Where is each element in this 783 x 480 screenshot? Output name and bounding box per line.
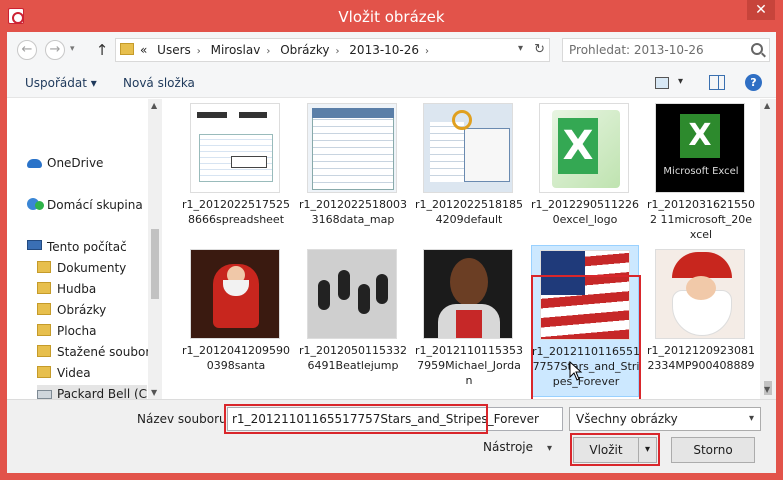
breadcrumb-overflow[interactable]: «	[140, 43, 147, 57]
nav-item-drive-c[interactable]: Packard Bell (C:)	[37, 385, 156, 399]
chevron-right-icon[interactable]: ›	[266, 46, 270, 57]
up-button[interactable]: ↑	[93, 40, 111, 60]
scroll-up-icon[interactable]: ▲	[151, 101, 157, 110]
bottom-panel: Název souboru: r1_20121101165517757Stars…	[7, 399, 776, 473]
search-icon[interactable]	[751, 43, 763, 55]
tools-button[interactable]: Nástroje ▾	[483, 440, 552, 454]
breadcrumb[interactable]: « Users › Miroslav › Obrázky › 2013-10-26 › …	[115, 38, 550, 62]
cloud-icon	[27, 159, 42, 168]
back-button[interactable]: ←	[17, 40, 37, 60]
scroll-thumb[interactable]	[151, 229, 159, 299]
help-icon[interactable]: ?	[745, 74, 762, 91]
file-item[interactable]: r1_20121209230812334MP900408889	[647, 245, 755, 397]
scroll-down-icon[interactable]: ▼	[151, 388, 157, 397]
file-item[interactable]: X Microsoft Excel r1_20120316215502 11mic…	[647, 99, 755, 251]
homegroup-icon	[27, 198, 44, 210]
folder-icon	[37, 366, 51, 378]
chevron-right-icon[interactable]: ›	[197, 46, 201, 57]
file-item[interactable]: r1_20121101153537959Michael_Jordan	[415, 245, 523, 397]
recent-dropdown-icon[interactable]: ▾	[70, 44, 75, 54]
file-item[interactable]: r1_20120412095900398santa	[182, 245, 290, 397]
mouse-cursor-icon	[569, 361, 583, 381]
filename-label: Název souboru:	[137, 412, 231, 426]
window-title: Vložit obrázek	[338, 8, 445, 26]
drive-icon	[37, 390, 52, 399]
breadcrumb-miroslav[interactable]: Miroslav	[211, 43, 261, 57]
content-scrollbar[interactable]: ▲ ▼	[760, 99, 776, 399]
computer-icon	[27, 240, 42, 250]
command-bar: Uspořádat ▾ Nová složka ▾ ?	[7, 68, 776, 98]
cancel-button[interactable]: Storno	[671, 437, 755, 463]
folder-icon	[37, 282, 51, 294]
file-item[interactable]: X r1_20122905112260excel_logo	[531, 99, 639, 251]
file-grid: r1_20120225175258666spreadsheet r1_20120…	[162, 99, 760, 399]
new-folder-button[interactable]: Nová složka	[123, 76, 195, 90]
dialog-window: Vložit obrázek ✕ ← → ▾ ↑ « Users › Mirosl…	[0, 0, 783, 480]
chevron-right-icon[interactable]: ›	[425, 46, 429, 57]
folder-icon	[37, 324, 51, 336]
scroll-down-icon[interactable]: ▼	[764, 385, 770, 394]
file-item[interactable]: r1_20120501153326491Beatlejump	[299, 245, 407, 397]
breadcrumb-date-folder[interactable]: 2013-10-26	[349, 43, 419, 57]
highlight-frame	[570, 433, 660, 466]
thumbnail-santa-2	[655, 249, 745, 339]
thumbnail-beatlejump	[307, 249, 397, 339]
breadcrumb-obrazky[interactable]: Obrázky	[280, 43, 329, 57]
thumbnail-excel-logo: X	[539, 103, 629, 193]
folder-icon	[37, 345, 51, 357]
thumbnail-data-map	[307, 103, 397, 193]
dialog-client: ← → ▾ ↑ « Users › Miroslav › Obrázky › 2013…	[7, 32, 776, 473]
breadcrumb-users[interactable]: Users	[157, 43, 191, 57]
highlight-frame	[531, 275, 641, 399]
organize-button[interactable]: Uspořádat ▾	[25, 76, 97, 90]
view-dropdown-icon[interactable]: ▾	[678, 76, 683, 87]
nav-scrollbar[interactable]: ▲ ▼	[148, 99, 162, 399]
scroll-up-icon[interactable]: ▲	[764, 101, 770, 110]
highlight-frame	[224, 404, 488, 434]
folder-icon	[37, 261, 51, 273]
address-dropdown-icon[interactable]: ▾	[518, 43, 523, 54]
refresh-icon[interactable]: ↻	[534, 42, 545, 57]
chevron-down-icon: ▾	[748, 413, 754, 424]
search-input[interactable]: Prohledat: 2013-10-26	[569, 43, 704, 57]
address-row: ← → ▾ ↑ « Users › Miroslav › Obrázky › 2013…	[7, 32, 776, 68]
title-bar[interactable]: Vložit obrázek ✕	[0, 0, 783, 32]
forward-button[interactable]: →	[45, 40, 65, 60]
thumbnail-michael-jordan	[423, 249, 513, 339]
chevron-down-icon: ▾	[547, 443, 553, 454]
preview-pane-icon[interactable]	[709, 75, 725, 90]
thumbnail-microsoft-excel: X Microsoft Excel	[655, 103, 745, 193]
folder-icon	[120, 43, 134, 55]
thumbnail-santa	[190, 249, 280, 339]
thumbnail-default	[423, 103, 513, 193]
thumbnail-spreadsheet	[190, 103, 280, 193]
chevron-right-icon[interactable]: ›	[335, 46, 339, 57]
file-item[interactable]: r1_20120225175258666spreadsheet	[182, 99, 290, 251]
file-item[interactable]: r1_20120225181854209default	[415, 99, 523, 251]
file-item[interactable]: r1_20120225180033168data_map	[299, 99, 407, 251]
folder-icon	[37, 303, 51, 315]
search-box[interactable]: Prohledat: 2013-10-26	[562, 38, 770, 62]
navigation-pane: OneDrive Domácí skupina Tento počítač Do…	[7, 99, 160, 399]
filetype-select[interactable]: Všechny obrázky ▾	[569, 407, 761, 431]
view-icon[interactable]	[655, 77, 669, 89]
close-button[interactable]: ✕	[747, 0, 775, 20]
